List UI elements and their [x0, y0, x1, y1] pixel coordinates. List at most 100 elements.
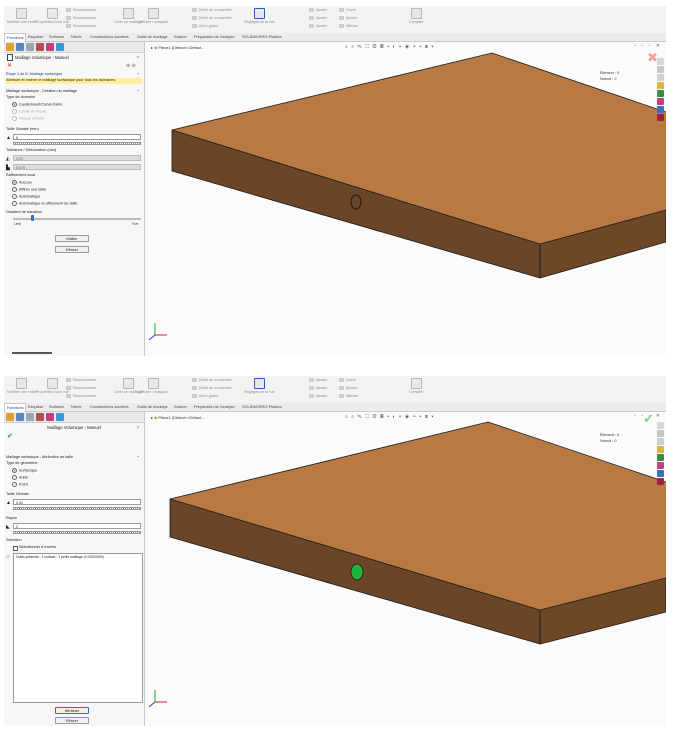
radius-slider[interactable] — [13, 531, 141, 534]
ribbon-small-6[interactable]: Autre grand — [192, 24, 218, 28]
resources-icon[interactable] — [657, 430, 664, 437]
dimxpert-icon[interactable] — [36, 43, 44, 51]
feature-tree-icon[interactable] — [6, 43, 14, 51]
mesh-button[interactable]: Mailler — [55, 235, 89, 242]
ribbon-small-10[interactable]: Ouvrir — [339, 8, 356, 12]
feature-tree-icon[interactable] — [6, 413, 14, 421]
tab-constructions[interactable]: Constructions soudées — [88, 403, 131, 411]
config-icon[interactable] — [26, 413, 34, 421]
size-field[interactable]: 5 — [13, 134, 141, 140]
tab-plastics[interactable]: SOLIDWORKS Plastics — [240, 33, 284, 41]
radio-auto-refine[interactable]: Automatique et affinement de taille — [12, 201, 77, 207]
tab-tolerie[interactable]: Tôlerie — [68, 403, 84, 411]
radio-none[interactable]: Aucune — [12, 180, 32, 186]
radio-point[interactable]: Point — [12, 482, 28, 488]
ribbon-small-1[interactable]: Recouvrement — [66, 8, 96, 12]
checkmark-icon[interactable]: ✔ — [7, 433, 13, 440]
explorer-icon[interactable] — [657, 82, 664, 89]
tab-evaluer[interactable]: Evaluer — [172, 403, 189, 411]
ribbon-small-4[interactable]: Entité de la machine — [192, 378, 232, 382]
explorer-icon[interactable] — [657, 446, 664, 453]
radio-refine-size[interactable]: Affiner une taille — [12, 187, 46, 193]
tab-fonctions[interactable]: Fonctions — [4, 403, 27, 412]
help-icon[interactable]: ? — [137, 424, 139, 431]
confirm-big-icon[interactable]: ✔ — [643, 412, 654, 425]
ribbon-small-5[interactable]: Entité de la machine — [192, 386, 232, 390]
display-icon[interactable] — [46, 413, 54, 421]
ribbon-small-4[interactable]: Entité de la machine — [192, 8, 232, 12]
palette-icon[interactable] — [657, 454, 664, 461]
ribbon-button-end[interactable]: Compiler — [409, 8, 423, 24]
selected-region-marker[interactable] — [350, 563, 364, 581]
tab-evaluer[interactable]: Evaluer — [172, 33, 189, 41]
plastics-icon[interactable] — [56, 43, 64, 51]
tab-constructions[interactable]: Constructions soudées — [88, 33, 131, 41]
tab-moulage[interactable]: Outils de moulage — [135, 403, 170, 411]
selection-list-item[interactable]: Outils présents : 1 surface : 1 petits m… — [16, 555, 104, 560]
radio-mold[interactable]: Cavité de moule — [12, 109, 46, 115]
tab-esquisse[interactable]: Esquisse — [26, 33, 45, 41]
tab-esquisse[interactable]: Esquisse — [26, 403, 45, 411]
gradient-thumb[interactable] — [31, 215, 34, 221]
tab-preparation[interactable]: Préparation de l'analyse — [192, 403, 237, 411]
display-icon[interactable] — [46, 43, 54, 51]
ribbon-button-2[interactable]: Propriétés d'une vue — [36, 378, 69, 394]
palette-icon[interactable] — [657, 90, 664, 97]
tolerance-field-2[interactable]: 0.075 — [13, 164, 141, 170]
tab-plastics[interactable]: SOLIDWORKS Plastics — [240, 403, 284, 411]
tolerance-field-1[interactable]: 0.01 — [13, 155, 141, 161]
slab-model[interactable] — [145, 42, 666, 356]
appearances-icon[interactable] — [657, 462, 664, 469]
appearances-icon[interactable] — [657, 98, 664, 105]
radio-automatic[interactable]: Automatique — [12, 194, 40, 200]
property-icon[interactable] — [16, 43, 24, 51]
radio-insert[interactable]: Plaque d'insert — [12, 116, 44, 122]
ribbon-button-large[interactable]: Réglages de la vue — [244, 8, 275, 24]
window-controls[interactable]: ▫ ▫ ▫ ✕ — [634, 43, 662, 49]
global-size-slider[interactable] — [13, 507, 141, 510]
tab-preparation[interactable]: Préparation de l'analyse — [192, 33, 237, 41]
home-icon[interactable] — [657, 422, 664, 429]
radio-edge[interactable]: Arête — [12, 475, 28, 481]
chevron-up-icon[interactable]: ⌃ — [137, 455, 140, 460]
select-through-checkbox[interactable] — [13, 546, 18, 551]
graphics-area[interactable]: ▸ ◆ Pièce1 (Défaut<<Défaut... ⌕ ⌕ ✎ ⬚ ◍ … — [145, 412, 666, 726]
help-icon[interactable]: ? — [137, 54, 139, 61]
home-icon[interactable] — [657, 58, 664, 65]
ribbon-small-12[interactable]: Afficher — [339, 24, 358, 28]
custom-props-icon[interactable] — [657, 470, 664, 477]
ribbon-button-1[interactable]: Modifier une entité — [7, 8, 37, 24]
plastics-pane-icon[interactable] — [657, 478, 664, 485]
ribbon-small-7[interactable]: Ajuster — [309, 8, 327, 12]
feature-tree-root[interactable]: ▸ ◆ Pièce1 (Défaut<<Défaut... — [151, 415, 205, 420]
dimxpert-icon[interactable] — [36, 413, 44, 421]
delete-button[interactable]: Effacer — [55, 717, 89, 724]
global-size-field[interactable]: 0.02 — [13, 499, 141, 505]
tab-tolerie[interactable]: Tôlerie — [68, 33, 84, 41]
resources-icon[interactable] — [657, 66, 664, 73]
ribbon-button-4[interactable]: Afficher / masquer — [139, 8, 168, 24]
custom-props-icon[interactable] — [657, 106, 664, 113]
plastics-icon[interactable] — [56, 413, 64, 421]
ribbon-button-2[interactable]: Propriétés d'une vue — [36, 8, 69, 24]
ribbon-small-11[interactable]: Ajouter — [339, 16, 357, 20]
ribbon-small-2[interactable]: Recouvrement — [66, 386, 96, 390]
library-icon[interactable] — [657, 438, 664, 445]
radius-field[interactable]: 2 — [13, 523, 141, 529]
ribbon-small-3[interactable]: Recouvrement — [66, 394, 96, 398]
radio-surface[interactable]: Surfacique — [12, 468, 37, 474]
heads-up-toolbar[interactable]: ⌕ ⌕ ✎ ⬚ ◍ ▣ ▾ ◐ ▾ ◈ ◓ ▾ ⊞ ▾ — [345, 44, 434, 50]
tab-moulage[interactable]: Outils de moulage — [135, 33, 170, 41]
delete-button[interactable]: Effacer — [55, 246, 89, 253]
graphics-area[interactable]: ▸ ◆ Pièce1 (Défaut<<Défaut... ⌕ ⌕ ✎ ⬚ ◍ … — [145, 42, 666, 356]
plastics-pane-icon[interactable] — [657, 114, 664, 121]
tab-surfaces[interactable]: Surfaces — [47, 33, 66, 41]
heads-up-toolbar[interactable]: ⌕ ⌕ ✎ ⬚ ◍ ▣ ▾ ◐ ▾ ◈ ◓ ▾ ⊞ ▾ — [345, 414, 434, 420]
ribbon-small-9[interactable]: Ajuster — [309, 24, 327, 28]
ribbon-button-1[interactable]: Modifier une entité — [7, 378, 37, 394]
ribbon-button-4[interactable]: Afficher / masquer — [139, 378, 168, 394]
ribbon-small-8[interactable]: Ajuster — [309, 386, 327, 390]
ribbon-small-12[interactable]: Afficher — [339, 394, 358, 398]
ribbon-button-end[interactable]: Compiler — [409, 378, 423, 394]
settings-icon[interactable]: ⊕ ⊖ — [126, 63, 136, 69]
